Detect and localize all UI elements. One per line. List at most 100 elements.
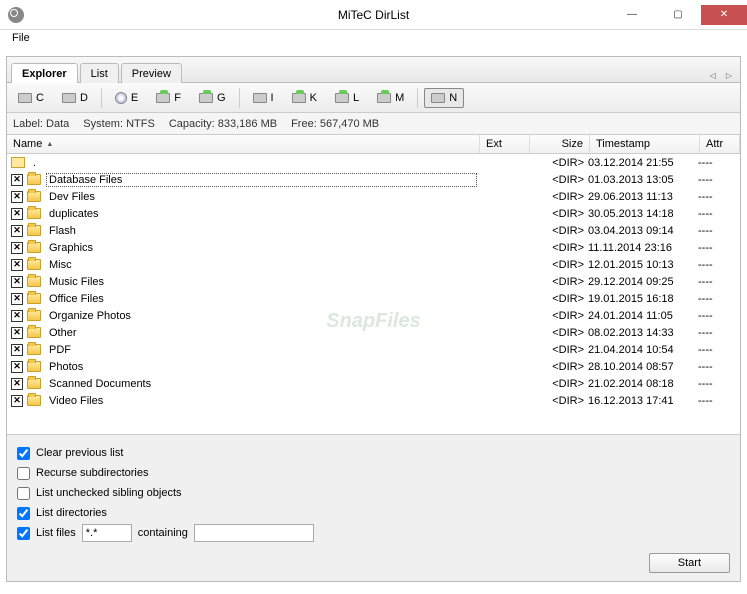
- table-row[interactable]: .<DIR>03.12.2014 21:55----: [7, 154, 740, 171]
- table-row[interactable]: PDF<DIR>21.04.2014 10:54----: [7, 341, 740, 358]
- drive-d-button[interactable]: D: [55, 88, 95, 108]
- row-checkbox[interactable]: [11, 361, 23, 373]
- drive-letter: C: [36, 92, 44, 104]
- cell-attr: ----: [696, 242, 736, 254]
- file-mask-input[interactable]: [82, 524, 132, 542]
- row-checkbox[interactable]: [11, 259, 23, 271]
- cell-size: <DIR>: [526, 259, 586, 271]
- table-row[interactable]: Office Files<DIR>19.01.2015 16:18----: [7, 290, 740, 307]
- row-checkbox[interactable]: [11, 276, 23, 288]
- row-checkbox[interactable]: [11, 225, 23, 237]
- row-checkbox[interactable]: [11, 208, 23, 220]
- table-row[interactable]: Scanned Documents<DIR>21.02.2014 08:18--…: [7, 375, 740, 392]
- clear-previous-label: Clear previous list: [36, 447, 123, 459]
- maximize-button[interactable]: ▢: [655, 5, 701, 25]
- row-checkbox[interactable]: [11, 378, 23, 390]
- column-size[interactable]: Size: [530, 135, 590, 153]
- drive-k-button[interactable]: K: [285, 88, 324, 108]
- drive-c-button[interactable]: C: [11, 88, 51, 108]
- close-button[interactable]: ✕: [701, 5, 747, 25]
- table-row[interactable]: Other<DIR>08.02.2013 14:33----: [7, 324, 740, 341]
- sort-asc-icon: ▲: [46, 141, 53, 148]
- cell-ts: 12.01.2015 10:13: [586, 259, 696, 271]
- drive-icon: [253, 93, 267, 103]
- table-row[interactable]: Flash<DIR>03.04.2013 09:14----: [7, 222, 740, 239]
- unchecked-siblings-label: List unchecked sibling objects: [36, 487, 182, 499]
- cell-ts: 28.10.2014 08:57: [586, 361, 696, 373]
- table-row[interactable]: Misc<DIR>12.01.2015 10:13----: [7, 256, 740, 273]
- drive-letter: G: [217, 92, 226, 104]
- table-row[interactable]: Dev Files<DIR>29.06.2013 11:13----: [7, 188, 740, 205]
- unchecked-siblings-checkbox[interactable]: [17, 487, 30, 500]
- titlebar: MiTeC DirList — ▢ ✕: [0, 0, 747, 30]
- drive-e-button[interactable]: E: [108, 88, 145, 108]
- drive-letter: K: [310, 92, 317, 104]
- cell-ts: 03.12.2014 21:55: [586, 157, 696, 169]
- drive-m-button[interactable]: M: [370, 88, 411, 108]
- cell-size: <DIR>: [526, 225, 586, 237]
- cell-attr: ----: [696, 191, 736, 203]
- table-row[interactable]: Database Files<DIR>01.03.2013 13:05----: [7, 171, 740, 188]
- list-files-checkbox[interactable]: [17, 527, 30, 540]
- cell-attr: ----: [696, 378, 736, 390]
- cell-attr: ----: [696, 310, 736, 322]
- drive-letter: L: [353, 92, 359, 104]
- menu-file[interactable]: File: [6, 30, 36, 46]
- column-name[interactable]: Name▲: [7, 135, 480, 153]
- folder-icon: [27, 174, 41, 185]
- drive-n-button[interactable]: N: [424, 88, 464, 108]
- tab-scroll-left-icon[interactable]: ◁: [706, 69, 720, 82]
- system-value: NTFS: [126, 118, 155, 130]
- cell-name: Organize Photos: [47, 310, 476, 322]
- row-checkbox[interactable]: [11, 191, 23, 203]
- cell-size: <DIR>: [526, 191, 586, 203]
- drive-letter: E: [131, 92, 138, 104]
- tab-scroll-right-icon[interactable]: ▷: [722, 69, 736, 82]
- tab-list[interactable]: List: [80, 63, 119, 83]
- row-checkbox[interactable]: [11, 310, 23, 322]
- table-row[interactable]: Music Files<DIR>29.12.2014 09:25----: [7, 273, 740, 290]
- column-attr[interactable]: Attr: [700, 135, 740, 153]
- tab-preview[interactable]: Preview: [121, 63, 182, 83]
- drive-icon: [18, 93, 32, 103]
- table-row[interactable]: Photos<DIR>28.10.2014 08:57----: [7, 358, 740, 375]
- containing-input[interactable]: [194, 524, 314, 542]
- cell-attr: ----: [696, 208, 736, 220]
- table-row[interactable]: duplicates<DIR>30.05.2013 14:18----: [7, 205, 740, 222]
- cell-size: <DIR>: [526, 157, 586, 169]
- row-checkbox[interactable]: [11, 242, 23, 254]
- minimize-button[interactable]: —: [609, 5, 655, 25]
- row-checkbox[interactable]: [11, 327, 23, 339]
- tab-explorer[interactable]: Explorer: [11, 63, 78, 83]
- row-checkbox[interactable]: [11, 174, 23, 186]
- table-row[interactable]: Graphics<DIR>11.11.2014 23:16----: [7, 239, 740, 256]
- table-row[interactable]: Video Files<DIR>16.12.2013 17:41----: [7, 392, 740, 409]
- clear-previous-checkbox[interactable]: [17, 447, 30, 460]
- cell-attr: ----: [696, 327, 736, 339]
- folder-icon: [27, 191, 41, 202]
- bottom-bar: Start: [7, 551, 740, 581]
- row-checkbox[interactable]: [11, 293, 23, 305]
- label-label: Label:: [13, 118, 43, 130]
- cell-name: PDF: [47, 344, 476, 356]
- drive-g-button[interactable]: G: [192, 88, 233, 108]
- drive-l-button[interactable]: L: [328, 88, 366, 108]
- cell-name: Office Files: [47, 293, 476, 305]
- recurse-checkbox[interactable]: [17, 467, 30, 480]
- capacity-label: Capacity:: [169, 118, 215, 130]
- row-checkbox[interactable]: [11, 395, 23, 407]
- tab-scroll-arrows: ◁ ▷: [706, 69, 736, 82]
- file-list[interactable]: Name▲ Ext Size Timestamp Attr .<DIR>03.1…: [7, 135, 740, 435]
- drive-i-button[interactable]: I: [246, 88, 281, 108]
- column-ext[interactable]: Ext: [480, 135, 530, 153]
- folder-icon: [27, 327, 41, 338]
- column-timestamp[interactable]: Timestamp: [590, 135, 700, 153]
- start-button[interactable]: Start: [649, 553, 730, 573]
- drive-icon: [292, 93, 306, 103]
- cell-name: Photos: [47, 361, 476, 373]
- row-checkbox[interactable]: [11, 344, 23, 356]
- cell-size: <DIR>: [526, 344, 586, 356]
- table-row[interactable]: Organize Photos<DIR>24.01.2014 11:05----: [7, 307, 740, 324]
- drive-f-button[interactable]: F: [149, 88, 188, 108]
- list-directories-checkbox[interactable]: [17, 507, 30, 520]
